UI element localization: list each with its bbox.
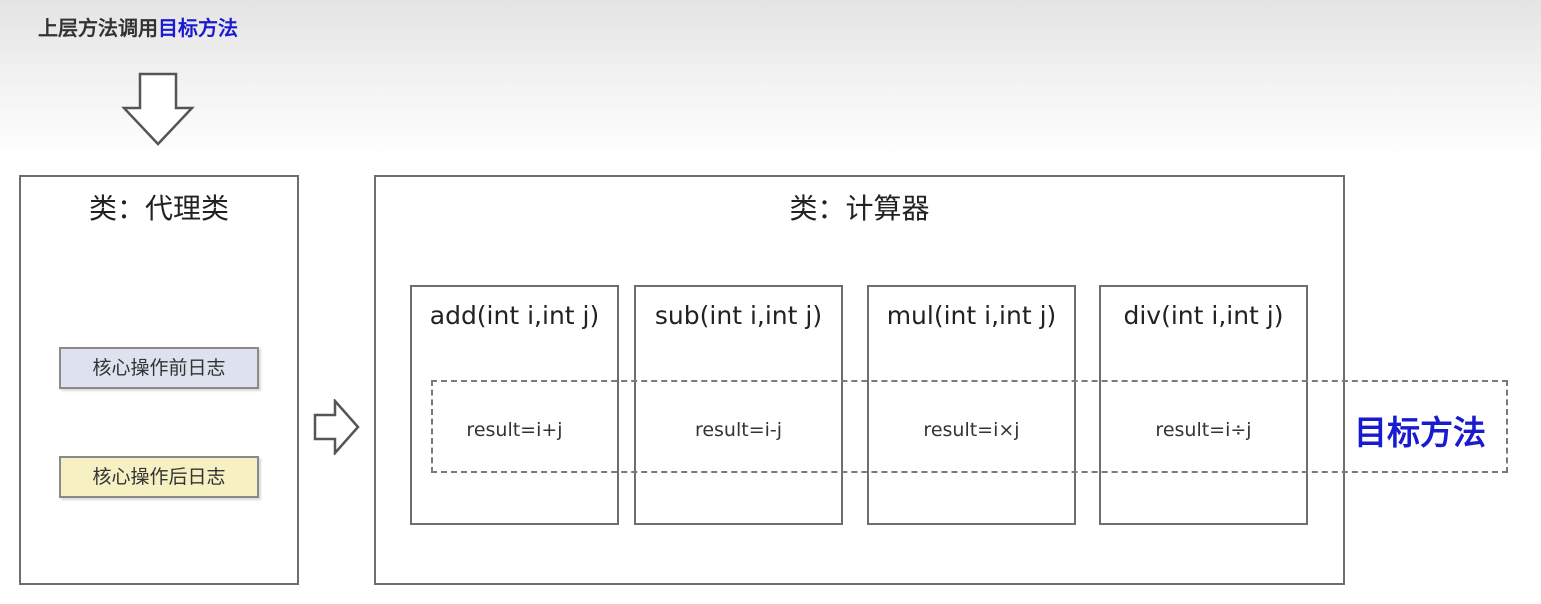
proxy-class-title: 类：代理类 — [88, 192, 229, 225]
caller-text: 上层方法调用 — [38, 16, 158, 40]
method-signature: div(int i,int j) — [1123, 301, 1284, 330]
method-signature: mul(int i,int j) — [886, 301, 1057, 330]
log-after-box: 核心操作后日志 — [59, 456, 259, 498]
down-arrow-icon — [121, 72, 195, 146]
target-method-label: 目标方法 — [1354, 413, 1486, 452]
proxy-class-box: 类：代理类 核心操作前日志 核心操作后日志 — [19, 175, 299, 585]
method-signature: sub(int i,int j) — [654, 301, 823, 330]
right-arrow-icon — [313, 399, 360, 455]
calculator-class-title: 类：计算器 — [789, 192, 930, 225]
target-method-region — [431, 380, 1508, 473]
method-signature: add(int i,int j) — [429, 301, 600, 330]
caller-label: 上层方法调用目标方法 — [38, 12, 238, 41]
caller-highlight: 目标方法 — [158, 16, 238, 40]
log-before-box: 核心操作前日志 — [59, 347, 259, 389]
